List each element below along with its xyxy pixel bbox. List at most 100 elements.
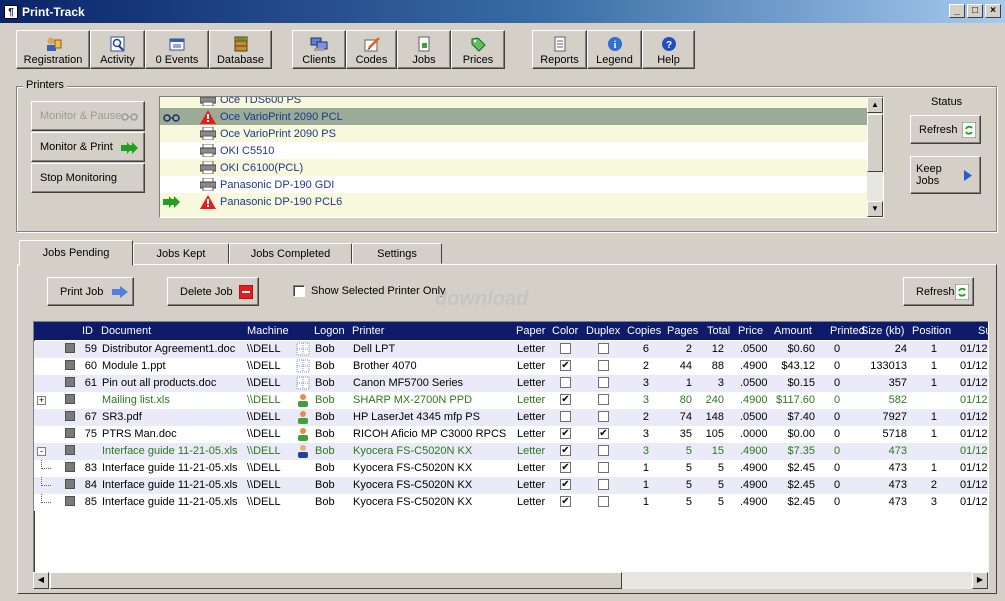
- duplex-checkbox[interactable]: [598, 377, 609, 388]
- scroll-left-icon[interactable]: ◀: [33, 572, 49, 589]
- close-button[interactable]: ×: [985, 4, 1001, 18]
- tab-jobs-completed[interactable]: Jobs Completed: [229, 243, 352, 264]
- stop-monitoring-button[interactable]: Stop Monitoring: [31, 163, 145, 193]
- table-row[interactable]: 85 Interface guide 11-21-05.xls \\DELL Bob K…: [34, 494, 988, 511]
- duplex-checkbox[interactable]: [598, 479, 609, 490]
- duplex-checkbox[interactable]: [598, 496, 609, 507]
- column-header-document[interactable]: Document: [101, 325, 151, 337]
- maximize-button[interactable]: □: [967, 4, 983, 18]
- activity-button[interactable]: Activity: [90, 30, 145, 69]
- glasses-icon: [121, 111, 139, 124]
- legend-button[interactable]: i Legend: [587, 30, 642, 69]
- column-header-paper[interactable]: Paper: [516, 325, 545, 337]
- column-header-id[interactable]: ID: [82, 325, 93, 337]
- printers-refresh-button[interactable]: Refresh: [910, 115, 981, 144]
- job-pages: 35: [679, 428, 692, 440]
- printers-list[interactable]: Oce TDS600 PS Oce VarioPrint 2090 PCL Oce …: [159, 96, 884, 218]
- printer-list-item[interactable]: Oce VarioPrint 2090 PS: [160, 125, 868, 142]
- color-checkbox[interactable]: [560, 377, 571, 388]
- column-header-color[interactable]: Color: [552, 325, 578, 337]
- monitor-pause-button[interactable]: Monitor & Pause: [31, 101, 145, 131]
- table-row[interactable]: - Interface guide 11-21-05.xls \\DELL Bob Ky…: [34, 443, 988, 460]
- color-checkbox[interactable]: ✔: [560, 360, 571, 371]
- job-status-icon: [65, 394, 75, 404]
- prices-button[interactable]: Prices: [451, 30, 505, 69]
- table-row[interactable]: 67 SR3.pdf \\DELL Bob HP LaserJet 4345 mfp P…: [34, 409, 988, 426]
- printer-list-item[interactable]: Oce TDS600 PS: [160, 97, 868, 108]
- table-row[interactable]: 60 Module 1.ppt \\DELL Bob Brother 4070 Lette…: [34, 358, 988, 375]
- title-bar: ¶ Print-Track _ □ ×: [0, 0, 1005, 23]
- color-checkbox[interactable]: [560, 343, 571, 354]
- column-header-size-kb-[interactable]: Size (kb): [861, 325, 904, 337]
- jobs-refresh-button[interactable]: Refresh: [903, 277, 974, 306]
- duplex-checkbox[interactable]: [598, 411, 609, 422]
- expand-icon[interactable]: +: [37, 396, 46, 405]
- job-paper: Letter: [517, 445, 546, 457]
- table-row[interactable]: 75 PTRS Man.doc \\DELL Bob RICOH Aficio MP C…: [34, 426, 988, 443]
- show-selected-checkbox[interactable]: [293, 285, 305, 297]
- tab-settings[interactable]: Settings: [352, 243, 442, 264]
- column-header-printer[interactable]: Printer: [352, 325, 384, 337]
- registration-button[interactable]: Registration: [16, 30, 90, 69]
- printer-list-item[interactable]: Oce VarioPrint 2090 PCL: [160, 108, 868, 125]
- column-header-su[interactable]: Su: [978, 325, 988, 337]
- scroll-up-icon[interactable]: ▲: [867, 97, 883, 113]
- column-header-machine[interactable]: Machine: [247, 325, 289, 337]
- collapse-icon[interactable]: -: [37, 447, 46, 456]
- database-button[interactable]: Database: [209, 30, 272, 69]
- column-header-pages[interactable]: Pages: [667, 325, 698, 337]
- codes-button[interactable]: Codes: [346, 30, 397, 69]
- clients-button[interactable]: Clients: [292, 30, 346, 69]
- scroll-right-icon[interactable]: ▶: [972, 572, 988, 589]
- job-amount: $2.45: [787, 462, 815, 474]
- duplex-checkbox[interactable]: [598, 394, 609, 405]
- column-header-position[interactable]: Position: [912, 325, 951, 337]
- column-header-price[interactable]: Price: [738, 325, 763, 337]
- printer-list-item[interactable]: Panasonic DP-190 PCL6: [160, 193, 868, 210]
- color-checkbox[interactable]: ✔: [560, 496, 571, 507]
- table-row[interactable]: + Mailing list.xls \\DELL Bob SHARP MX-2700N…: [34, 392, 988, 409]
- job-machine: \\DELL: [247, 479, 281, 491]
- delete-job-button[interactable]: Delete Job: [167, 277, 259, 306]
- duplex-checkbox[interactable]: [598, 343, 609, 354]
- scroll-down-icon[interactable]: ▼: [867, 201, 883, 217]
- tab-jobs-kept[interactable]: Jobs Kept: [133, 243, 229, 264]
- column-header-logon[interactable]: Logon: [314, 325, 345, 337]
- table-row[interactable]: 59 Distributor Agreement1.doc \\DELL Bob Del…: [34, 341, 988, 358]
- table-row[interactable]: 61 Pin out all products.doc \\DELL Bob Canon…: [34, 375, 988, 392]
- table-row[interactable]: 83 Interface guide 11-21-05.xls \\DELL Bob K…: [34, 460, 988, 477]
- column-header-total[interactable]: Total: [707, 325, 730, 337]
- help-button[interactable]: ? Help: [642, 30, 695, 69]
- tab-jobs-pending[interactable]: Jobs Pending: [19, 240, 133, 266]
- keep-jobs-button[interactable]: Keep Jobs: [910, 156, 981, 194]
- color-checkbox[interactable]: ✔: [560, 428, 571, 439]
- column-header-amount[interactable]: Amount: [774, 325, 812, 337]
- color-checkbox[interactable]: ✔: [560, 462, 571, 473]
- column-header-duplex[interactable]: Duplex: [586, 325, 620, 337]
- reports-button[interactable]: Reports: [532, 30, 587, 69]
- color-checkbox[interactable]: ✔: [560, 394, 571, 405]
- jobs-scroll-thumb[interactable]: [50, 572, 622, 589]
- print-job-button[interactable]: Print Job: [47, 277, 134, 306]
- duplex-checkbox[interactable]: [598, 445, 609, 456]
- color-checkbox[interactable]: [560, 411, 571, 422]
- printers-scrollbar[interactable]: ▲ ▼: [867, 97, 883, 217]
- minimize-button[interactable]: _: [949, 4, 965, 18]
- table-row[interactable]: 84 Interface guide 11-21-05.xls \\DELL Bob K…: [34, 477, 988, 494]
- jobs-grid[interactable]: ID Document Machine Logon Printer Paper Color D…: [33, 321, 989, 589]
- printers-scroll-thumb[interactable]: [867, 114, 883, 172]
- events-button[interactable]: 0 Events: [145, 30, 209, 69]
- duplex-checkbox[interactable]: [598, 360, 609, 371]
- duplex-checkbox[interactable]: ✔: [598, 428, 609, 439]
- monitor-print-button[interactable]: Monitor & Print: [31, 132, 145, 162]
- printer-list-item[interactable]: OKI C5510: [160, 142, 868, 159]
- duplex-checkbox[interactable]: [598, 462, 609, 473]
- jobs-horizontal-scrollbar[interactable]: ◀ ▶: [33, 572, 989, 589]
- printer-list-item[interactable]: Panasonic DP-190 GDI: [160, 176, 868, 193]
- printer-list-item[interactable]: OKI C6100(PCL): [160, 159, 868, 176]
- jobs-button[interactable]: Jobs: [397, 30, 451, 69]
- column-header-printed[interactable]: Printed: [830, 325, 865, 337]
- column-header-copies[interactable]: Copies: [627, 325, 661, 337]
- color-checkbox[interactable]: ✔: [560, 479, 571, 490]
- color-checkbox[interactable]: ✔: [560, 445, 571, 456]
